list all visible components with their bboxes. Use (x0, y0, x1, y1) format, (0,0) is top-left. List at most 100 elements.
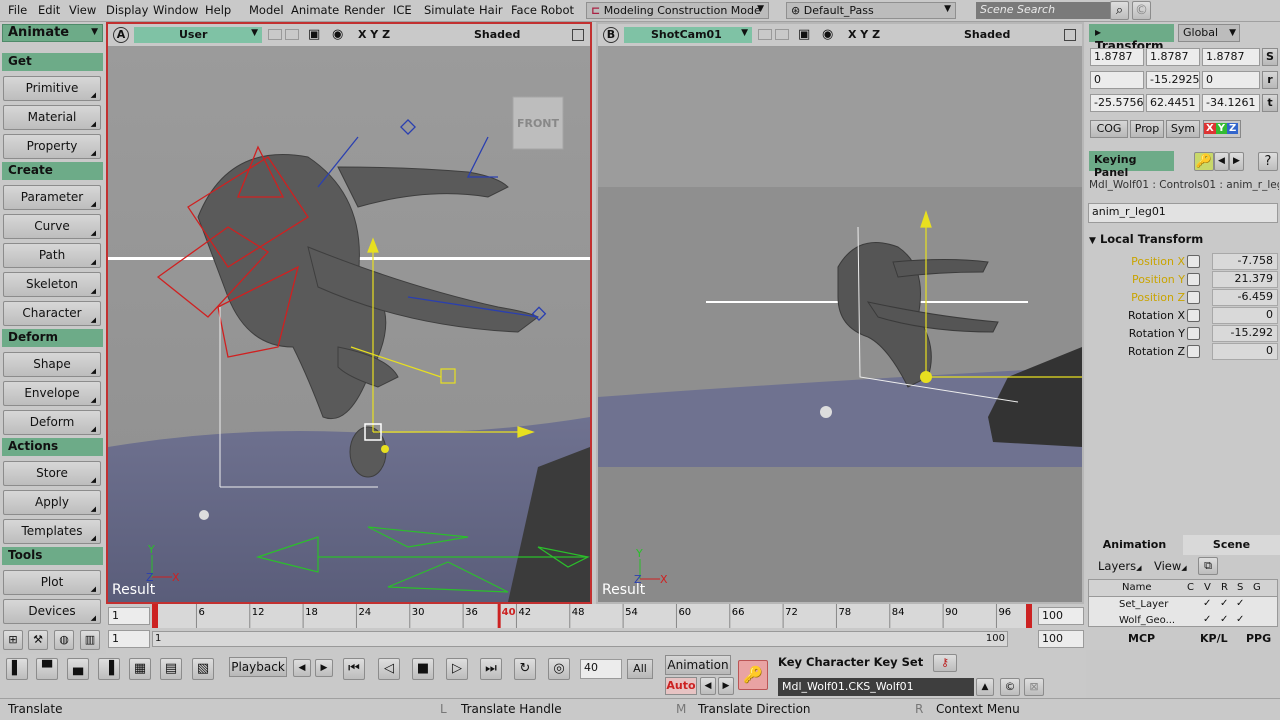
view-toggle-icon[interactable] (758, 29, 772, 40)
camera-dropdown[interactable]: User ▼ (134, 27, 262, 43)
layout-mixed-icon[interactable]: ▧ (192, 658, 214, 680)
param-row[interactable]: Rotation X 0 (1086, 307, 1280, 325)
object-name-field[interactable]: anim_r_leg01 (1088, 203, 1278, 223)
eye-icon[interactable]: ◉ (822, 27, 833, 42)
layout-vertical-icon[interactable]: ▤ (160, 658, 182, 680)
check-icon[interactable]: ✓ (1203, 614, 1211, 625)
prev-frame-icon[interactable]: ◀ (293, 659, 311, 677)
param-value-field[interactable]: -15.292 (1212, 325, 1278, 342)
keying-panel-header[interactable]: Keying Panel (1089, 151, 1174, 179)
mcp-tab[interactable]: MCP (1128, 632, 1155, 645)
primitive-button[interactable]: Primitive ◢ (3, 76, 101, 101)
apply-button[interactable]: Apply ◢ (3, 490, 101, 515)
fcurve-icon[interactable] (1187, 345, 1200, 358)
range-start-field[interactable]: 1 (108, 630, 150, 648)
prev-key-icon[interactable]: ◀ (700, 677, 716, 695)
clear-search-icon[interactable]: © (1132, 1, 1151, 20)
fcurve-icon[interactable] (1187, 291, 1200, 304)
param-row[interactable]: Position X -7.758 (1086, 253, 1280, 271)
layout-right-icon[interactable]: ▐ (98, 658, 120, 680)
keyset-menu-icon[interactable]: © (1000, 678, 1020, 696)
section-tools[interactable]: Tools (2, 547, 103, 565)
menu-face-robot[interactable]: Face Robot (511, 3, 574, 17)
timeline-start-field[interactable]: 1 (108, 607, 150, 625)
shape-button[interactable]: Shape ◢ (3, 352, 101, 377)
plot-button[interactable]: Plot ◢ (3, 570, 101, 595)
space-dropdown[interactable]: Global ▼ (1178, 24, 1240, 42)
tab-scene[interactable]: Scene (1183, 535, 1280, 555)
axes-label[interactable]: X Y Z (358, 28, 390, 41)
layout-quad-icon[interactable]: ▦ (129, 658, 151, 680)
axes-label[interactable]: X Y Z (848, 28, 880, 41)
curve-button[interactable]: Curve ◢ (3, 214, 101, 239)
check-icon[interactable]: ✓ (1220, 598, 1228, 609)
scale-y-field[interactable]: 1.8787 (1146, 48, 1200, 66)
layout-icon[interactable]: ▥ (80, 630, 100, 650)
tab-animation[interactable]: Animation (1086, 535, 1183, 555)
playhead[interactable] (497, 604, 501, 628)
view-toggle-icon[interactable] (775, 29, 789, 40)
skeleton-button[interactable]: Skeleton ◢ (3, 272, 101, 297)
audio-icon[interactable]: ◎ (548, 658, 570, 680)
lock-icon[interactable]: ⊠ (1024, 678, 1044, 696)
timeline-end-field[interactable]: 100 (1038, 607, 1084, 625)
scale-button[interactable]: S (1262, 48, 1278, 66)
camera-dropdown[interactable]: ShotCam01 ▼ (624, 27, 752, 43)
menu-model[interactable]: Model (249, 3, 284, 17)
check-icon[interactable]: ✓ (1236, 598, 1244, 609)
fcurve-icon[interactable] (1187, 309, 1200, 322)
viewport-letter-badge[interactable]: A (113, 27, 129, 43)
path-button[interactable]: Path ◢ (3, 243, 101, 268)
translate-button[interactable]: t (1262, 94, 1278, 112)
menu-help[interactable]: Help (205, 3, 231, 17)
view-toggle-icon[interactable] (268, 29, 282, 40)
step-back-icon[interactable]: ◁ (378, 658, 400, 680)
property-button[interactable]: Property ◢ (3, 134, 101, 159)
next-key-icon[interactable]: ▶ (1229, 152, 1244, 171)
key-icon[interactable]: 🔑 (1194, 152, 1214, 171)
menu-view[interactable]: View (69, 3, 96, 17)
stop-icon[interactable]: ■ (412, 658, 434, 680)
loop-icon[interactable]: ↻ (514, 658, 536, 680)
view-cube[interactable]: FRONT (512, 96, 564, 150)
range-end-field[interactable]: 100 (1038, 630, 1084, 648)
xyz-axis-toggle-icon[interactable]: XYZ (1203, 120, 1241, 138)
playback-menu-button[interactable]: Playback (229, 657, 287, 677)
local-transform-header[interactable]: ▼ Local Transform (1089, 232, 1203, 246)
deform-button[interactable]: Deform ◢ (3, 410, 101, 435)
last-frame-icon[interactable]: ⏭ (480, 658, 502, 680)
envelope-button[interactable]: Envelope ◢ (3, 381, 101, 406)
next-frame-icon[interactable]: ▶ (315, 659, 333, 677)
menu-render[interactable]: Render (344, 3, 385, 17)
camera-icon[interactable]: ▣ (798, 27, 810, 42)
scale-z-field[interactable]: 1.8787 (1202, 48, 1260, 66)
param-value-field[interactable]: 21.379 (1212, 271, 1278, 288)
set-key-icon[interactable]: 🔑 (738, 660, 768, 690)
menu-window[interactable]: Window (153, 3, 198, 17)
first-frame-icon[interactable]: ⏮ (343, 658, 365, 680)
check-icon[interactable]: ✓ (1236, 614, 1244, 625)
menu-edit[interactable]: Edit (38, 3, 60, 17)
section-get[interactable]: Get (2, 53, 103, 71)
translate-z-field[interactable]: -34.1261 (1202, 94, 1260, 112)
material-button[interactable]: Material ◢ (3, 105, 101, 130)
fcurve-icon[interactable] (1187, 255, 1200, 268)
templates-button[interactable]: Templates ◢ (3, 519, 101, 544)
table-row[interactable]: Set_Layer ✓ ✓ ✓ (1089, 598, 1277, 613)
param-row[interactable]: Rotation Y -15.292 (1086, 325, 1280, 343)
parameter-button[interactable]: Parameter ◢ (3, 185, 101, 210)
render-icon[interactable]: ◍ (54, 630, 74, 650)
scale-x-field[interactable]: 1.8787 (1090, 48, 1144, 66)
prop-button[interactable]: Prop (1130, 120, 1164, 138)
next-key-icon[interactable]: ▶ (718, 677, 734, 695)
range-start-marker[interactable] (152, 604, 158, 628)
maximize-icon[interactable] (572, 29, 584, 41)
tool-icon[interactable]: ⚒ (28, 630, 48, 650)
character-button[interactable]: Character ◢ (3, 301, 101, 326)
display-mode-label[interactable]: Shaded (964, 28, 1010, 41)
transform-header[interactable]: ▸ Transform (1089, 24, 1174, 53)
chevron-up-icon[interactable]: ▲ (976, 678, 994, 696)
rotate-y-field[interactable]: -15.2925 (1146, 71, 1200, 89)
check-icon[interactable]: ✓ (1203, 598, 1211, 609)
current-frame-field[interactable]: 40 (580, 659, 622, 679)
